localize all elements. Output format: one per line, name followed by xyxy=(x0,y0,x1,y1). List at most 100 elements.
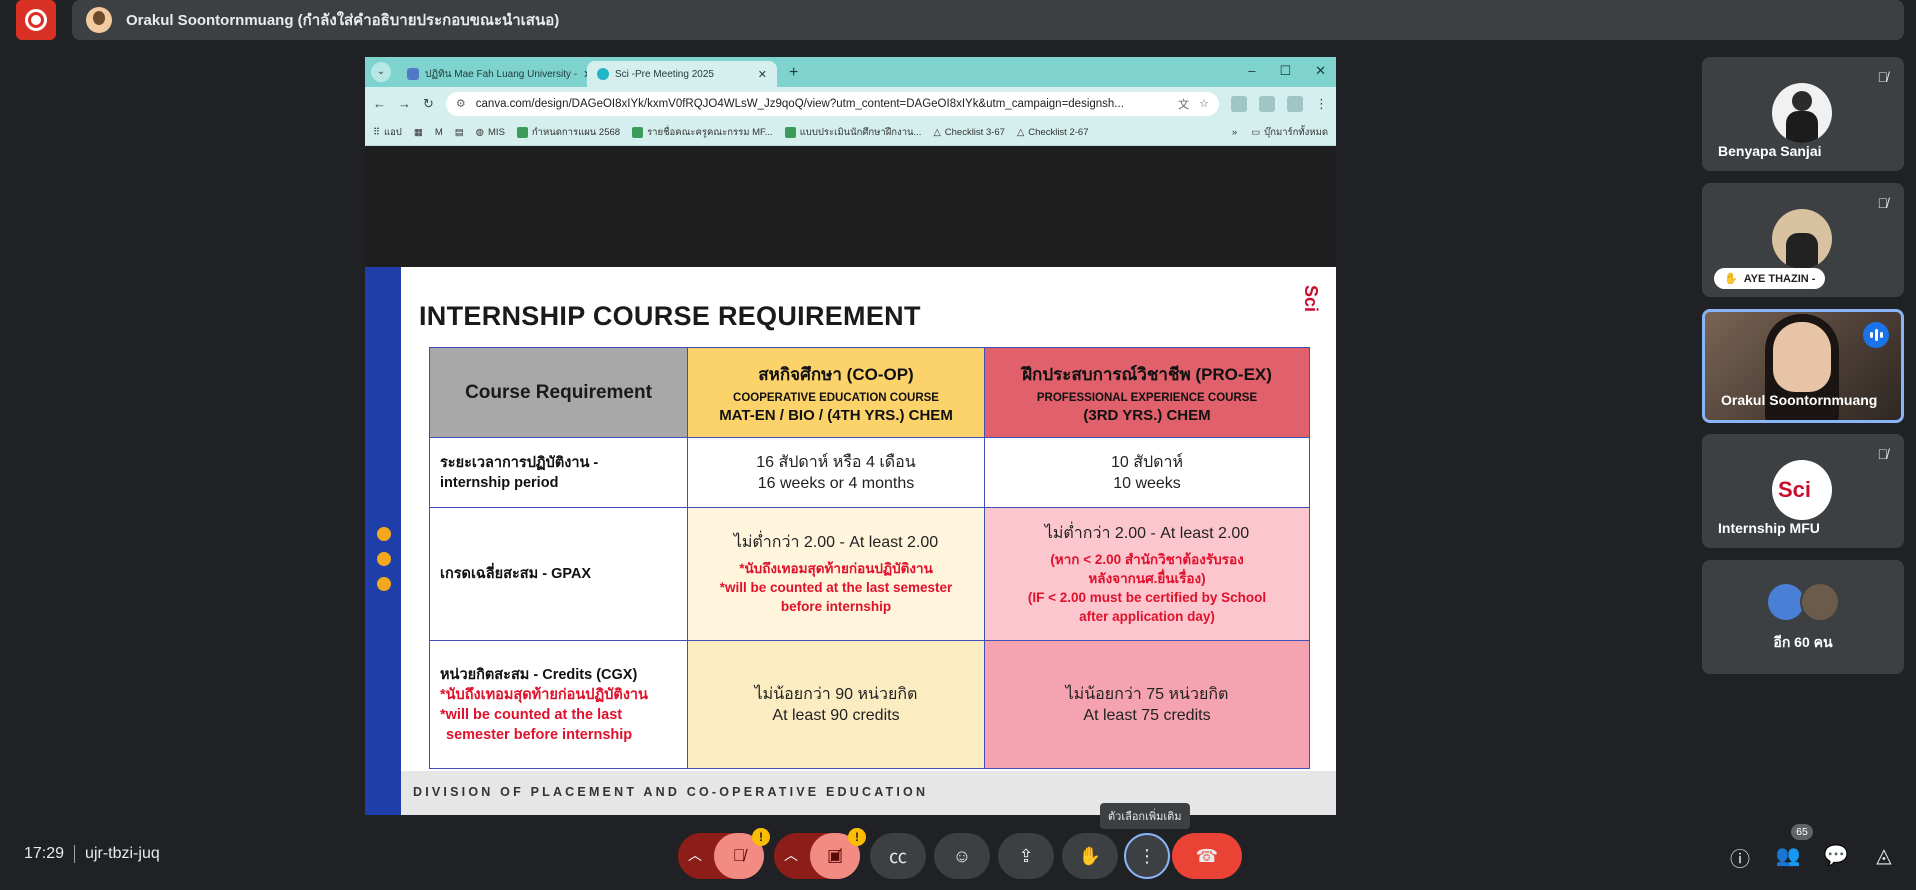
close-tab-icon[interactable]: ✕ xyxy=(758,68,767,81)
bookmark-plan[interactable]: กำหนดการแผน 2568 xyxy=(516,125,620,140)
participant-avatars xyxy=(1766,582,1840,622)
mic-off-icon: 🎙̸ xyxy=(1877,446,1889,462)
coop-credits-cell: ไม่น้อยกว่า 90 หน่วยกิต At least 90 cred… xyxy=(687,640,985,769)
participant-tile[interactable]: 🎙̸ ✋ AYE THAZIN - xyxy=(1702,183,1904,297)
reload-icon[interactable]: ↻ xyxy=(423,96,434,112)
meeting-info: 17:29 ujr-tbzi-juq xyxy=(24,845,160,863)
drive-icon: △ xyxy=(933,127,941,138)
avatar: Sci xyxy=(1772,460,1832,520)
site-info-icon[interactable]: ⚙ xyxy=(456,97,466,110)
table-row: หน่วยกิตสะสม - Credits (CGX) *นับถึงเทอม… xyxy=(429,640,1310,769)
activities-icon[interactable]: ◬ xyxy=(1871,843,1897,868)
avatar xyxy=(1772,83,1832,143)
minimize-icon[interactable]: – xyxy=(1248,63,1255,79)
recording-indicator-button[interactable] xyxy=(16,0,56,40)
emoji-icon: ☺ xyxy=(952,845,972,866)
participant-tile-active-speaker[interactable]: Orakul Soontornmuang xyxy=(1702,309,1904,423)
more-options-button[interactable]: ⋮ xyxy=(1124,833,1170,879)
forward-icon[interactable]: → xyxy=(398,96,411,111)
participant-name: Orakul Soontornmuang xyxy=(1721,392,1878,408)
back-icon[interactable]: ← xyxy=(373,96,386,111)
raised-hand-icon: ✋ xyxy=(1724,273,1738,285)
tab-search-icon[interactable]: ⌄ xyxy=(371,62,391,82)
sheets-icon xyxy=(632,127,644,138)
bookmark-gmail-icon[interactable]: M xyxy=(435,127,443,138)
new-tab-icon[interactable]: + xyxy=(789,64,798,82)
canva-favicon-icon xyxy=(597,68,609,80)
bookmark-star-icon[interactable]: ☆ xyxy=(1199,97,1209,110)
browser-tab-canva[interactable]: Sci -Pre Meeting 2025 ✕ xyxy=(587,61,777,87)
canva-viewer: Sci INTERNSHIP COURSE REQUIREMENT Course… xyxy=(365,211,1336,815)
captions-button[interactable]: ㏄ xyxy=(870,833,926,879)
profile-icon[interactable] xyxy=(1287,95,1303,112)
camera-control: ︿ ▣̸ xyxy=(774,833,860,879)
proex-period-cell: 10 สัปดาห์ 10 weeks xyxy=(984,437,1310,508)
meeting-code: ujr-tbzi-juq xyxy=(85,845,160,862)
browser-menu-icon[interactable]: ⋮ xyxy=(1315,96,1328,112)
folder-icon: ▭ xyxy=(1251,127,1261,138)
mic-warning-icon: ! xyxy=(752,828,770,846)
participant-name: Benyapa Sanjai xyxy=(1718,143,1822,159)
shared-screen: ⌄ ปฏิทิน Mae Fah Luang University - ✕ Sc… xyxy=(365,57,1336,815)
close-window-icon[interactable]: ✕ xyxy=(1315,63,1326,79)
end-call-icon: ☎ xyxy=(1195,845,1219,866)
url-text: canva.com/design/DAGeOI8xIYk/kxmV0fRQJO4… xyxy=(475,97,1124,110)
bookmark-mis[interactable]: ◍ MIS xyxy=(476,127,505,138)
coop-period-cell: 16 สัปดาห์ หรือ 4 เดือน 16 weeks or 4 mo… xyxy=(687,437,985,508)
decorative-dots xyxy=(377,527,391,591)
leave-call-button[interactable]: ☎ xyxy=(1172,833,1242,879)
mic-options-chevron-icon[interactable]: ︿ xyxy=(688,845,702,865)
presenter-status-text: Orakul Soontornmuang (กำลังใส่คำอธิบายปร… xyxy=(126,12,560,29)
sheets-icon xyxy=(516,127,528,138)
row-label-period: ระยะเวลาการปฏิบัติงาน - internship perio… xyxy=(429,437,688,508)
all-bookmarks-folder[interactable]: ▭ บุ๊กมาร์กทั้งหมด xyxy=(1251,125,1328,140)
row-label-gpax: เกรดเฉลี่ยสะสม - GPAX xyxy=(429,507,688,641)
participant-tile[interactable]: 🎙̸ Benyapa Sanjai xyxy=(1702,57,1904,171)
bookmark-grid-icon[interactable]: ▦ xyxy=(414,127,423,138)
slide-footer: DIVISION OF PLACEMENT AND CO-OPERATIVE E… xyxy=(401,771,1336,815)
more-participants-tile[interactable]: อีก 60 คน xyxy=(1702,560,1904,674)
proex-gpax-cell: ไม่ต่ำกว่า 2.00 - At least 2.00 (หาก < 2… xyxy=(984,507,1310,641)
bookmarks-bar: ⠿ แอป ▦ M ▤ ◍ MIS กำหนดการแผน 2568 รายชื่อ… xyxy=(365,120,1336,146)
reactions-button[interactable]: ☺ xyxy=(934,833,990,879)
translate-icon[interactable]: 文 xyxy=(1178,96,1189,112)
window-controls: – ☐ ✕ xyxy=(1248,63,1326,79)
meeting-details-icon[interactable]: ⓘ xyxy=(1727,843,1753,872)
requirement-table: Course Requirement สหกิจศึกษา (CO-OP) CO… xyxy=(429,347,1310,769)
participant-tile[interactable]: Sci 🎙̸ Internship MFU xyxy=(1702,434,1904,548)
coop-gpax-cell: ไม่ต่ำกว่า 2.00 - At least 2.00 *นับถึงเ… xyxy=(687,507,985,641)
puzzle-extensions-icon[interactable] xyxy=(1259,95,1275,112)
captions-icon: ㏄ xyxy=(889,847,907,867)
bookmark-checklist-3-67[interactable]: △ Checklist 3-67 xyxy=(933,127,1005,138)
bookmark-checklist-2-67[interactable]: △ Checklist 2-67 xyxy=(1017,127,1089,138)
camera-options-chevron-icon[interactable]: ︿ xyxy=(784,845,798,865)
camera-warning-icon: ! xyxy=(848,828,866,846)
present-screen-icon: ⇪ xyxy=(1018,845,1034,866)
people-icon[interactable]: 👥 xyxy=(1775,843,1801,868)
bookmark-committee[interactable]: รายชื่อคณะครูคณะกรรม MF... xyxy=(632,125,773,140)
extension-icon[interactable] xyxy=(1231,95,1247,112)
header-proex: ฝึกประสบการณ์วิชาชีพ (PRO-EX) PROFESSION… xyxy=(984,347,1310,438)
camera-off-icon: ▣̸ xyxy=(826,846,844,865)
browser-tab-calendar[interactable]: ปฏิทิน Mae Fah Luang University - ✕ xyxy=(397,61,587,87)
globe-icon: ◍ xyxy=(475,127,485,138)
browser-toolbar: ← → ↻ ⚙ canva.com/design/DAGeOI8xIYk/kxm… xyxy=(365,87,1336,120)
bookmark-drive-icon[interactable]: ▤ xyxy=(455,127,464,138)
mic-off-icon: 🎙̸ xyxy=(732,846,746,865)
more-bookmarks-icon[interactable]: » xyxy=(1232,127,1237,138)
table-header-row: Course Requirement สหกิจศึกษา (CO-OP) CO… xyxy=(429,347,1310,438)
slide-title: INTERNSHIP COURSE REQUIREMENT xyxy=(419,301,921,331)
bookmark-evaluation[interactable]: แบบประเมินนักศึกษาฝึกงาน... xyxy=(784,125,921,140)
chat-icon[interactable]: 💬 xyxy=(1823,843,1849,868)
sheets-icon xyxy=(784,127,796,138)
present-screen-button[interactable]: ⇪ xyxy=(998,833,1054,879)
record-icon xyxy=(25,9,47,31)
more-participants-label: อีก 60 คน xyxy=(1773,634,1833,650)
drive-icon: △ xyxy=(1016,127,1025,138)
address-bar[interactable]: ⚙ canva.com/design/DAGeOI8xIYk/kxmV0fRQJ… xyxy=(445,91,1219,116)
raise-hand-button[interactable]: ✋ xyxy=(1062,833,1118,879)
bookmark-apps[interactable]: ⠿ แอป xyxy=(373,125,402,140)
presenter-banner: Orakul Soontornmuang (กำลังใส่คำอธิบายปร… xyxy=(72,0,1904,40)
presenter-avatar xyxy=(86,7,112,33)
maximize-icon[interactable]: ☐ xyxy=(1279,63,1291,79)
